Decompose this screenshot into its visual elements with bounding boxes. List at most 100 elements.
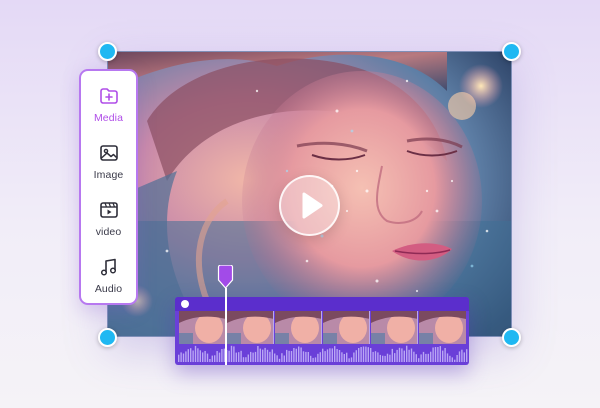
- waveform-bar: [218, 352, 221, 362]
- waveform-bar: [266, 349, 269, 362]
- waveform-bar: [391, 348, 393, 362]
- waveform-bar: [401, 348, 403, 362]
- waveform-bar: [209, 359, 211, 362]
- waveform-bar: [331, 348, 333, 362]
- resize-handle-bottom-left[interactable]: [98, 328, 117, 347]
- waveform-bar: [211, 355, 213, 362]
- waveform-bar: [257, 346, 259, 362]
- resize-handle-bottom-right[interactable]: [502, 328, 521, 347]
- waveform-bar: [276, 355, 278, 362]
- waveform-bar: [439, 346, 441, 362]
- audio-icon: [100, 258, 116, 276]
- waveform-bar: [430, 351, 432, 362]
- waveform-bar: [420, 354, 422, 362]
- waveform-bar: [396, 349, 398, 362]
- waveform-bar: [182, 353, 185, 362]
- waveform-bar: [324, 351, 326, 362]
- waveform-bar: [454, 359, 456, 362]
- timeline-frame[interactable]: [227, 311, 274, 344]
- waveform-bar: [406, 345, 408, 362]
- tool-item-audio-label: Audio: [94, 283, 123, 295]
- waveform-bar: [458, 351, 461, 362]
- waveform-bar: [245, 357, 247, 362]
- waveform-bar: [230, 345, 233, 362]
- waveform-bar: [238, 352, 240, 362]
- tool-item-audio[interactable]: Audio: [81, 256, 136, 306]
- waveform-bar: [343, 354, 345, 362]
- waveform-bar: [178, 354, 180, 362]
- resize-handle-top-left[interactable]: [98, 42, 117, 61]
- waveform-bar: [204, 351, 206, 362]
- tool-item-media[interactable]: Media: [81, 85, 136, 135]
- waveform-bar: [312, 357, 314, 362]
- waveform-bar: [463, 352, 465, 362]
- waveform-bar: [235, 352, 237, 362]
- waveform-bar: [379, 354, 381, 362]
- timeline-marker-icon[interactable]: [181, 300, 189, 308]
- waveform-bar: [446, 353, 449, 362]
- waveform-bar: [319, 352, 321, 362]
- waveform-bar: [307, 352, 309, 362]
- timeline-frame[interactable]: [419, 311, 466, 344]
- tool-item-video-label: video: [95, 226, 122, 238]
- waveform-bar: [350, 357, 353, 362]
- waveform-bar: [422, 351, 425, 362]
- waveform-bar: [355, 350, 357, 362]
- waveform-bar: [449, 355, 451, 362]
- waveform-bar: [269, 351, 271, 362]
- waveform-bar: [206, 353, 209, 362]
- waveform-bar: [202, 352, 204, 362]
- play-button[interactable]: [279, 175, 340, 236]
- resize-handle-top-right[interactable]: [502, 42, 521, 61]
- waveform-bar: [302, 351, 305, 362]
- waveform-bar: [314, 357, 317, 362]
- editor-canvas: Media Image video Audio: [0, 0, 600, 408]
- waveform-bar: [197, 348, 199, 362]
- timeline-frame[interactable]: [371, 311, 418, 344]
- waveform-bar: [418, 358, 420, 362]
- timeline-frame[interactable]: [275, 311, 322, 344]
- waveform-bar: [295, 348, 297, 362]
- tool-item-image-label: Image: [93, 169, 124, 181]
- waveform-bar: [293, 348, 295, 362]
- waveform-bar: [329, 348, 331, 362]
- waveform-bar: [348, 358, 350, 362]
- waveform-bar: [194, 345, 197, 362]
- waveform-bar: [427, 353, 429, 362]
- waveform-bar: [322, 348, 324, 362]
- waveform-bar: [374, 351, 377, 362]
- waveform-bar: [403, 350, 405, 362]
- waveform-bar: [394, 353, 396, 362]
- video-icon: [99, 202, 118, 218]
- waveform-bar: [242, 357, 245, 362]
- waveform-bar: [274, 353, 276, 362]
- timeline-frame[interactable]: [179, 311, 226, 344]
- playhead-handle[interactable]: [217, 265, 234, 289]
- timeline-frame[interactable]: [323, 311, 370, 344]
- waveform-bar: [264, 347, 266, 362]
- waveform-bar: [192, 350, 194, 362]
- waveform-bar: [451, 357, 453, 362]
- tool-item-video[interactable]: video: [81, 199, 136, 249]
- waveform-bar: [180, 352, 182, 362]
- waveform-bar: [252, 352, 254, 362]
- waveform-bar: [377, 352, 379, 362]
- waveform-bar: [221, 349, 223, 362]
- waveform-bar: [214, 355, 216, 362]
- waveform-bar: [362, 346, 365, 362]
- waveform-bar: [365, 346, 367, 362]
- waveform-bar: [437, 347, 439, 362]
- timeline-header: [175, 297, 469, 311]
- waveform-bar: [346, 352, 348, 362]
- waveform-bar: [434, 347, 437, 362]
- timeline[interactable]: [175, 297, 469, 365]
- waveform-bar: [461, 349, 463, 362]
- waveform-bar: [216, 351, 218, 362]
- waveform-bar: [240, 350, 242, 362]
- waveform-bar: [254, 351, 257, 362]
- waveform-bar: [360, 347, 362, 362]
- waveform-bar: [305, 351, 307, 362]
- waveform-bar: [372, 351, 374, 362]
- tool-item-image[interactable]: Image: [81, 142, 136, 192]
- waveform-bar: [370, 348, 372, 362]
